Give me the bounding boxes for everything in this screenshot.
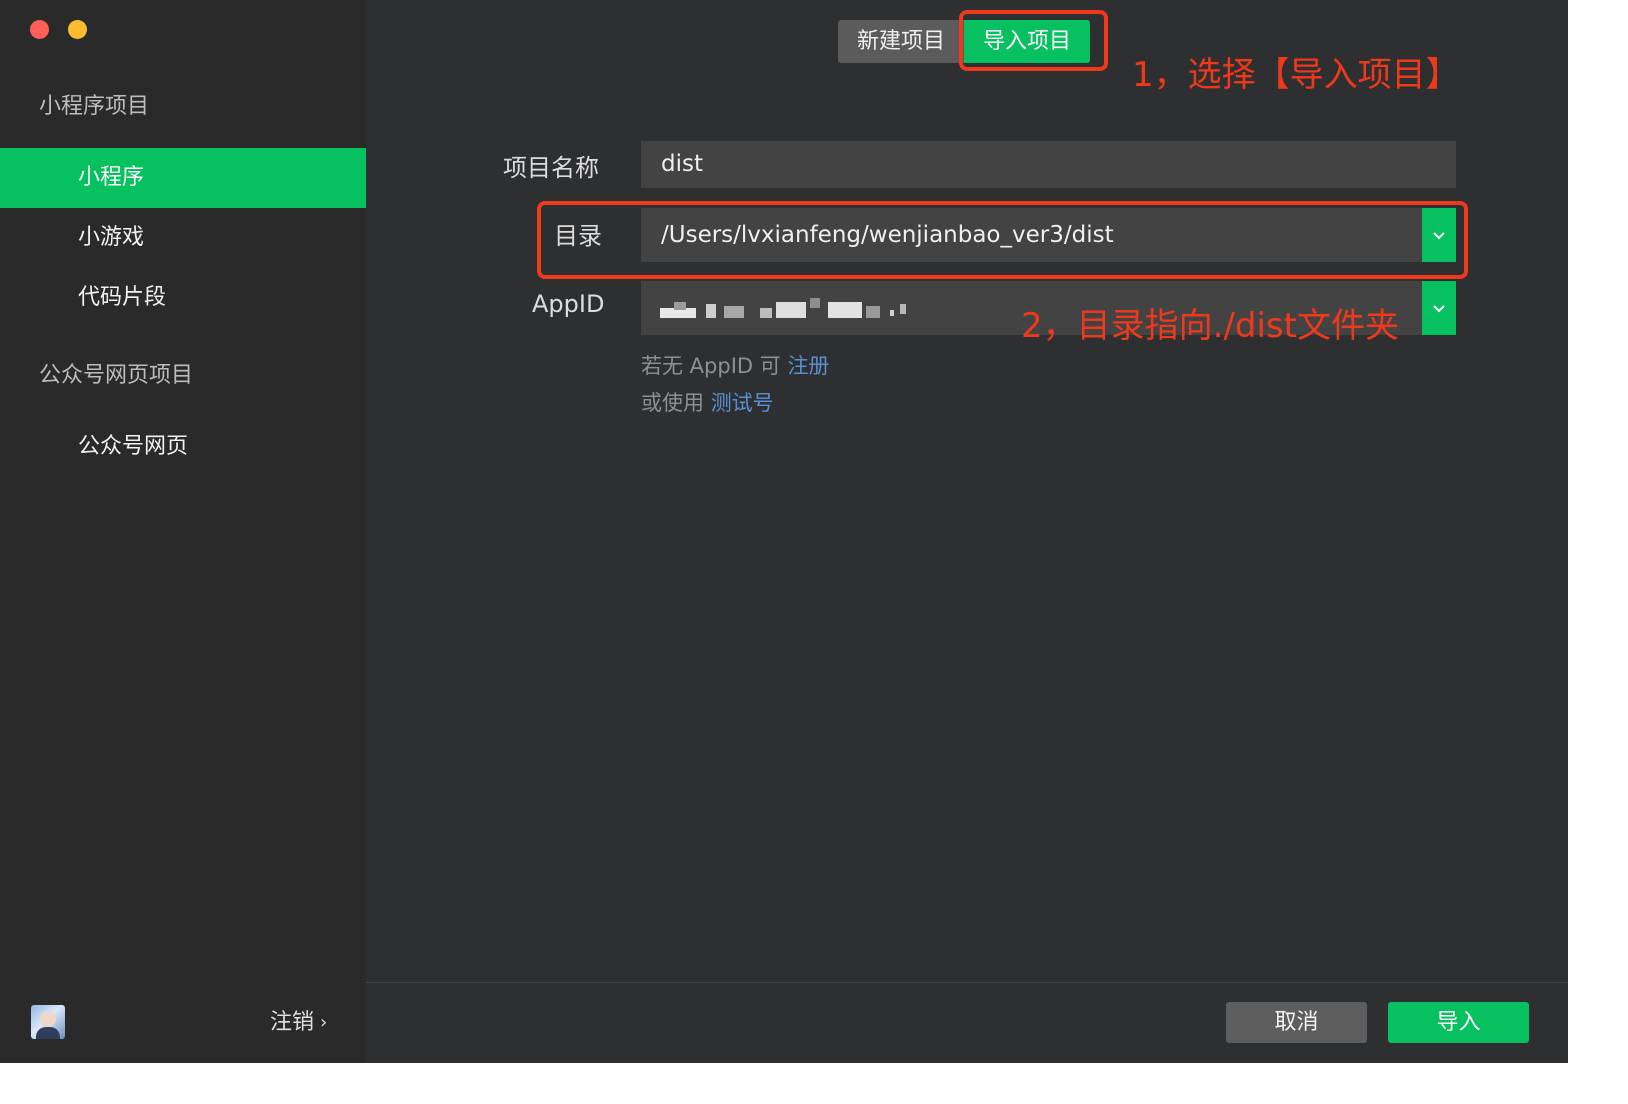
chevron-down-icon <box>1433 305 1445 313</box>
section-title-official-account: 公众号网页项目 <box>39 363 194 388</box>
minimize-window-button[interactable] <box>68 20 87 39</box>
tab-new-project[interactable]: 新建项目 <box>838 20 964 63</box>
import-project-window: 小程序项目 小程序 小游戏 代码片段 公众号网页项目 公众号网页 注销 › 新建项… <box>0 0 1568 1063</box>
sidebar: 小程序项目 小程序 小游戏 代码片段 公众号网页项目 公众号网页 注销 › <box>0 0 366 1063</box>
register-link[interactable]: 注册 <box>787 354 829 378</box>
footer-divider <box>366 982 1568 983</box>
logout-label: 注销 <box>270 1010 315 1035</box>
appid-value-pixelated <box>660 298 910 322</box>
appid-dropdown-button[interactable] <box>1422 281 1456 335</box>
sidebar-item-code-snippet[interactable]: 代码片段 <box>0 268 366 328</box>
close-window-button[interactable] <box>30 20 49 39</box>
sidebar-item-minigame[interactable]: 小游戏 <box>0 208 366 268</box>
hint-test-account-line: 或使用 测试号 <box>641 387 774 417</box>
hint-register-line: 若无 AppID 可 注册 <box>641 350 829 380</box>
annotation-step2: 2，目录指向./dist文件夹 <box>1021 306 1399 346</box>
annotation-highlight-import-tab <box>959 10 1108 71</box>
import-button[interactable]: 导入 <box>1388 1002 1529 1043</box>
sidebar-item-official-webpage[interactable]: 公众号网页 <box>0 417 366 477</box>
annotation-highlight-directory <box>537 201 1468 279</box>
section-title-miniprogram: 小程序项目 <box>39 94 150 119</box>
annotation-step1: 1，选择【导入项目】 <box>1132 55 1460 95</box>
sidebar-item-miniprogram[interactable]: 小程序 <box>0 148 366 208</box>
appid-label: AppID <box>532 290 605 318</box>
project-name-label: 项目名称 <box>503 154 599 182</box>
project-name-input[interactable]: dist <box>641 141 1456 188</box>
test-account-link[interactable]: 测试号 <box>711 391 774 415</box>
hint-or-use-text: 或使用 <box>641 391 704 415</box>
avatar[interactable] <box>31 1005 65 1039</box>
logout-button[interactable]: 注销 › <box>270 1004 327 1036</box>
hint-no-appid-text: 若无 AppID 可 <box>641 354 781 378</box>
chevron-right-icon: › <box>320 1012 328 1033</box>
cancel-button[interactable]: 取消 <box>1226 1002 1367 1043</box>
